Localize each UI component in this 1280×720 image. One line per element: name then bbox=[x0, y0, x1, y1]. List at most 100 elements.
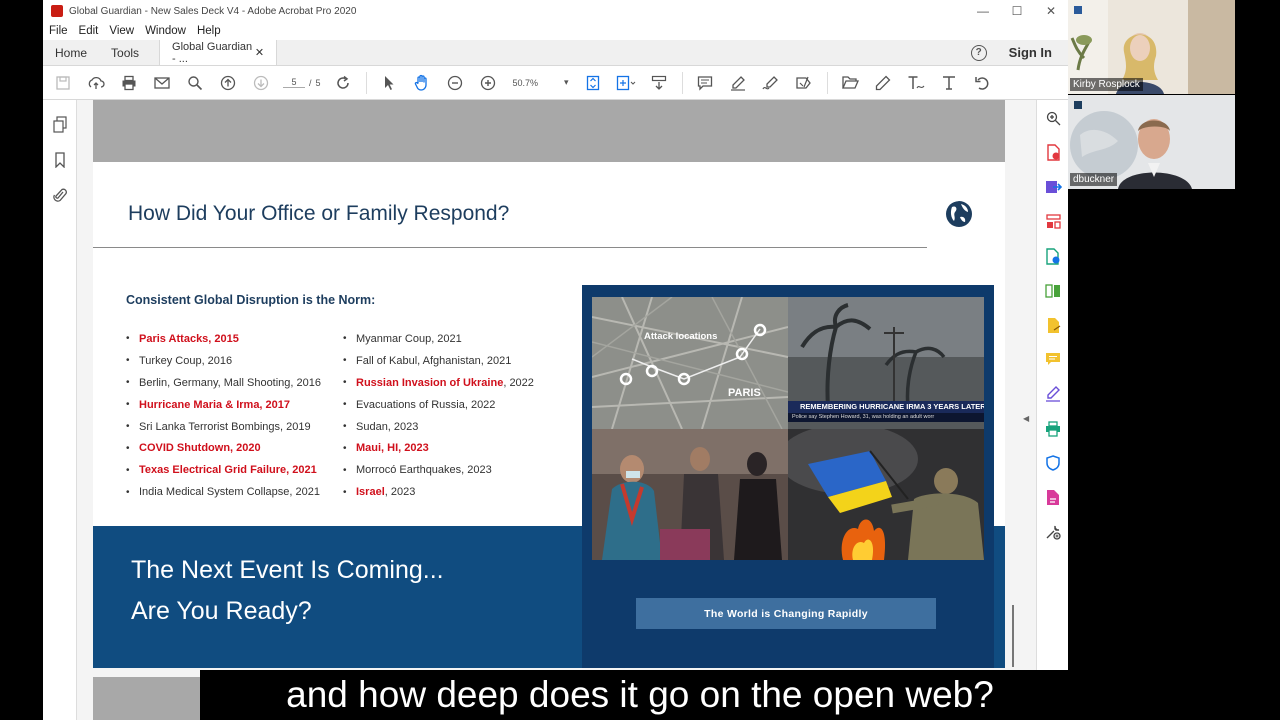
help-icon[interactable]: ? bbox=[970, 44, 987, 61]
list-item: • Myanmar Coup, 2021 bbox=[343, 332, 462, 345]
comment-tool-icon[interactable] bbox=[1037, 343, 1068, 378]
menu-edit[interactable]: Edit bbox=[79, 25, 99, 37]
list-item: • Texas Electrical Grid Failure, 2021 bbox=[126, 464, 317, 477]
undo-icon[interactable] bbox=[966, 70, 999, 96]
zoom-select[interactable]: 50.7% ▾ bbox=[513, 77, 569, 88]
pencil-icon[interactable] bbox=[867, 70, 900, 96]
maximize-button[interactable]: ☐ bbox=[1000, 4, 1034, 18]
document-view[interactable]: How Did Your Office or Family Respond? C… bbox=[78, 100, 1036, 720]
organize-pages-icon[interactable] bbox=[1037, 205, 1068, 240]
zoom-value: 50.7% bbox=[512, 77, 539, 88]
menu-view[interactable]: View bbox=[109, 25, 134, 37]
search-icon[interactable] bbox=[178, 70, 211, 96]
create-pdf-icon[interactable] bbox=[1037, 136, 1068, 171]
list-item: • Sudan, 2023 bbox=[343, 420, 419, 433]
ukraine-flag-photo bbox=[788, 429, 984, 560]
fit-page-icon[interactable] bbox=[577, 70, 610, 96]
events-column-left: • Paris Attacks, 2015 • Turkey Coup, 2016 … bbox=[126, 328, 321, 503]
menu-bar: File Edit View Window Help bbox=[43, 22, 1068, 40]
zoom-out-icon[interactable] bbox=[439, 70, 472, 96]
collapse-right-arrow-icon[interactable]: ◀ bbox=[1023, 414, 1029, 423]
list-item: • COVID Shutdown, 2020 bbox=[126, 442, 261, 455]
participant-video-tile[interactable]: Kirby Rosplock bbox=[1068, 0, 1235, 94]
paris-label: PARIS bbox=[728, 387, 761, 399]
edit-pdf-icon[interactable] bbox=[1037, 239, 1068, 274]
participant-name: dbuckner bbox=[1070, 173, 1118, 186]
text-edit-icon[interactable] bbox=[900, 70, 933, 96]
print-icon[interactable] bbox=[112, 70, 145, 96]
menu-file[interactable]: File bbox=[49, 25, 68, 37]
list-item: • India Medical System Collapse, 2021 bbox=[126, 486, 320, 499]
previous-page-bottom bbox=[93, 100, 1005, 162]
tab-bar: Home Tools Global Guardian - ... ✕ ? Sig… bbox=[43, 40, 1068, 66]
print-production-icon[interactable] bbox=[1037, 412, 1068, 447]
list-item: • Hurricane Maria & Irma, 2017 bbox=[126, 398, 291, 411]
acrobat-app-icon bbox=[51, 5, 63, 17]
page-navigator: 5 / 5 bbox=[283, 77, 321, 88]
sign-icon[interactable] bbox=[755, 70, 788, 96]
slide-page-5: How Did Your Office or Family Respond? C… bbox=[93, 162, 1005, 668]
acrobat-window: Global Guardian - New Sales Deck V4 - Ad… bbox=[43, 0, 1068, 720]
chevron-down-icon: ▾ bbox=[564, 77, 569, 87]
menu-help[interactable]: Help bbox=[197, 25, 221, 37]
slide-subhead: Consistent Global Disruption is the Norm… bbox=[126, 293, 376, 307]
toolbar-divider bbox=[681, 71, 683, 94]
fill-sign-icon[interactable] bbox=[788, 70, 821, 96]
open-folder-icon[interactable] bbox=[834, 70, 867, 96]
attack-locations-label: Attack locations bbox=[644, 331, 718, 342]
list-item: • Turkey Coup, 2016 bbox=[126, 354, 233, 367]
zoom-tool-icon[interactable] bbox=[1037, 101, 1068, 136]
email-icon[interactable] bbox=[145, 70, 178, 96]
close-tab-icon[interactable]: ✕ bbox=[255, 46, 264, 59]
rotate-icon[interactable] bbox=[327, 70, 360, 96]
page-separator: / bbox=[309, 77, 312, 88]
scroll-mode-icon[interactable] bbox=[643, 70, 676, 96]
toolbar-divider bbox=[365, 71, 367, 94]
tab-home[interactable]: Home bbox=[43, 40, 99, 65]
request-signature-icon[interactable] bbox=[1037, 377, 1068, 412]
menu-window[interactable]: Window bbox=[145, 25, 186, 37]
previous-page-icon[interactable] bbox=[211, 70, 244, 96]
list-item: • Morrocó Earthquakes, 2023 bbox=[343, 464, 492, 477]
banner-headline-1: The Next Event Is Coming... bbox=[131, 556, 444, 584]
event-photo-collage: Attack locations PARIS REMEMBERING HURRI… bbox=[592, 297, 984, 560]
list-item: • Evacuations of Russia, 2022 bbox=[343, 398, 496, 411]
highlight-pen-icon[interactable] bbox=[722, 70, 755, 96]
save-icon[interactable] bbox=[46, 70, 79, 96]
sign-in-link[interactable]: Sign In bbox=[1009, 45, 1052, 60]
list-item: • Fall of Kabul, Afghanistan, 2021 bbox=[343, 354, 512, 367]
comment-icon[interactable] bbox=[689, 70, 722, 96]
total-pages: 5 bbox=[315, 77, 321, 88]
irma-news-ticker: Police say Stephen Howard, 31, was holdi… bbox=[788, 413, 984, 422]
current-page-input[interactable]: 5 bbox=[283, 77, 305, 88]
vertical-scrollbar[interactable] bbox=[1012, 605, 1014, 667]
page-thumbnails-icon[interactable] bbox=[43, 107, 77, 142]
window-title: Global Guardian - New Sales Deck V4 - Ad… bbox=[69, 5, 357, 17]
bookmark-icon[interactable] bbox=[43, 142, 77, 177]
pdf-standards-icon[interactable] bbox=[1037, 481, 1068, 516]
select-cursor-icon[interactable] bbox=[373, 70, 406, 96]
next-page-icon[interactable] bbox=[244, 70, 277, 96]
hand-tool-icon[interactable] bbox=[406, 70, 439, 96]
tools-pane bbox=[1036, 100, 1068, 720]
slide-title: How Did Your Office or Family Respond? bbox=[128, 202, 510, 225]
tab-document-label: Global Guardian - ... bbox=[172, 40, 253, 65]
export-pdf-icon[interactable] bbox=[1037, 170, 1068, 205]
add-text-icon[interactable] bbox=[933, 70, 966, 96]
attachment-icon[interactable] bbox=[43, 177, 77, 212]
protect-shield-icon[interactable] bbox=[1037, 446, 1068, 481]
fill-sign-tool-icon[interactable] bbox=[1037, 308, 1068, 343]
global-guardian-logo-icon bbox=[946, 198, 973, 227]
live-caption: and how deep does it go on the open web? bbox=[200, 670, 1080, 720]
zoom-in-icon[interactable] bbox=[472, 70, 505, 96]
tab-document[interactable]: Global Guardian - ... ✕ bbox=[159, 40, 278, 65]
tab-tools[interactable]: Tools bbox=[99, 40, 151, 65]
minimize-button[interactable]: — bbox=[966, 4, 1000, 18]
page-display-icon[interactable] bbox=[610, 70, 643, 96]
close-window-button[interactable]: ✕ bbox=[1034, 4, 1068, 18]
participant-video-tile[interactable]: dbuckner bbox=[1068, 95, 1235, 189]
compare-files-icon[interactable] bbox=[1037, 274, 1068, 309]
more-tools-icon[interactable] bbox=[1037, 515, 1068, 550]
upload-cloud-icon[interactable] bbox=[79, 70, 112, 96]
world-changing-button[interactable]: The World is Changing Rapidly bbox=[636, 598, 936, 629]
